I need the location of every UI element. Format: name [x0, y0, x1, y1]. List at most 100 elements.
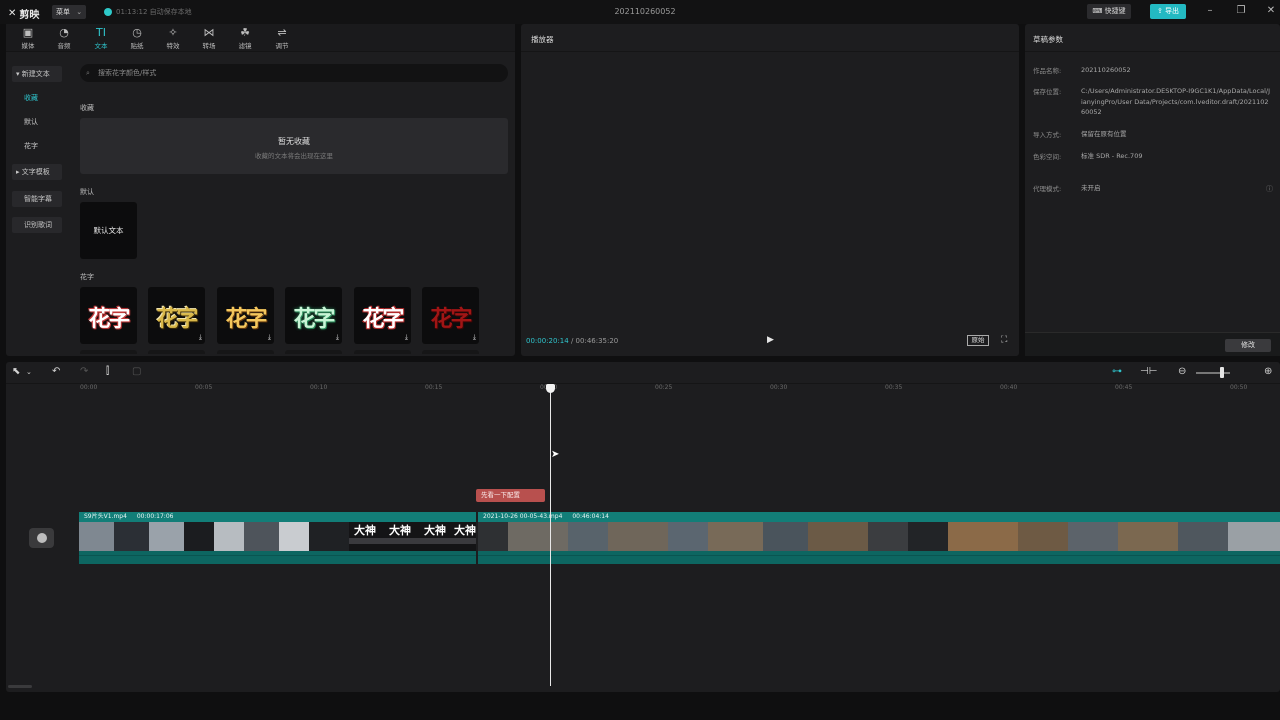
draft-title: 草稿参数 [1033, 35, 1063, 44]
tab-audio[interactable]: ◔ 音频 [48, 26, 80, 52]
tab-text[interactable]: TI 文本 [85, 26, 117, 52]
tick-label: 00:50 [1230, 384, 1248, 391]
fancy-text-preview: 花字 [225, 307, 267, 332]
time-ruler[interactable]: 00:00 00:05 00:10 00:15 00:20 00:25 00:3… [6, 384, 1280, 396]
download-icon[interactable]: ⤓ [473, 333, 476, 342]
total-time: 00:46:35:20 [575, 337, 619, 345]
menu-label: 菜单 [56, 8, 70, 16]
maximize-icon[interactable]: ❐ [1234, 5, 1248, 16]
menu-button[interactable]: 菜单 ⌄ [52, 5, 86, 19]
tick-label: 00:25 [655, 384, 673, 391]
autosave-status: 01:13:12 自动保存本地 [104, 7, 192, 17]
export-icon: ⇪ [1156, 7, 1163, 15]
fullscreen-icon[interactable]: ⛶ [1001, 335, 1007, 345]
fancy-text-preview: 花字 [362, 307, 404, 332]
aspect-ratio-button[interactable]: 原始 [967, 335, 989, 346]
fancy-text-tile[interactable]: 花字 ⤓ [217, 287, 274, 344]
effects-icon: ✧ [168, 26, 178, 39]
fancy-text-tile[interactable]: 花字 ⤓ [148, 287, 205, 344]
sidebar-item-smart-subtitles[interactable]: 智能字幕 [12, 191, 62, 207]
adjust-icon: ⇌ [277, 26, 287, 39]
chevron-down-icon[interactable]: ⌄ [26, 368, 32, 376]
download-icon[interactable]: ⤓ [268, 333, 271, 342]
fancy-text-tile[interactable]: 花字 [80, 287, 137, 344]
fancy-text-tile[interactable]: 花字 ⤓ [285, 287, 342, 344]
link-track-icon[interactable]: ⊶ [1112, 366, 1122, 377]
caret-right-icon: ▸ [16, 168, 20, 176]
playhead-handle[interactable] [546, 384, 555, 393]
clip-header: 2021-10-26 00-05-43.mp4 00:46:04:14 [478, 512, 1280, 522]
tool-tabs: ▣ 媒体 ◔ 音频 TI 文本 ◷ 贴纸 ✧ 特效 ⋈ 转场 ☘ 滤镜 ⇌ 调节 [6, 24, 515, 52]
default-text-tile[interactable]: 默认文本 [80, 202, 137, 259]
sidebar-item-favorites[interactable]: 收藏 [12, 90, 62, 106]
download-icon[interactable]: ⤓ [336, 333, 339, 342]
clip-thumbnails [478, 522, 1280, 551]
sidebar-item-fancy[interactable]: 花字 [12, 138, 62, 154]
search-placeholder: 搜索花字颜色/样式 [98, 69, 157, 77]
playhead-line[interactable] [550, 386, 551, 686]
fancy-text-preview: 花字 [293, 307, 335, 332]
tab-media[interactable]: ▣ 媒体 [12, 26, 44, 52]
sidebar-label: 文字模板 [21, 168, 50, 176]
fancy-text-preview: 花字 [430, 307, 472, 332]
tab-effects[interactable]: ✧ 特效 [157, 26, 189, 52]
minimize-icon[interactable]: – [1203, 5, 1217, 16]
fancy-tile-partial [354, 350, 411, 354]
shortcut-button[interactable]: ⌨ 快捷键 [1087, 4, 1131, 19]
favorites-heading: 收藏 [80, 104, 94, 112]
download-icon[interactable]: ⤓ [405, 333, 408, 342]
clip-thumbnail-strip [478, 522, 1280, 551]
tab-label: 转场 [202, 42, 216, 50]
tick-label: 00:30 [770, 384, 788, 391]
undo-icon[interactable]: ↶ [52, 366, 60, 377]
tick-label: 00:15 [425, 384, 443, 391]
export-button[interactable]: ⇪ 导出 [1150, 4, 1186, 19]
video-clip-recording[interactable]: 2021-10-26 00-05-43.mp4 00:46:04:14 [478, 512, 1280, 564]
video-clip-intro[interactable]: S9片头V1.mp4 00:00:17:06 大神 大神 大神 大神 [79, 512, 476, 564]
play-icon[interactable]: ▶ [767, 335, 774, 345]
audio-icon: ◔ [59, 26, 69, 39]
chevron-down-icon: ⌄ [76, 8, 83, 16]
export-label: 导出 [1165, 7, 1180, 15]
close-icon[interactable]: ✕ [1264, 5, 1278, 16]
fancy-text-tile[interactable]: 花字 ⤓ [354, 287, 411, 344]
snap-icon[interactable]: ⊣⊢ [1140, 366, 1157, 377]
clip-duration: 00:46:04:14 [572, 513, 609, 520]
draft-value: 未开启 [1081, 184, 1101, 192]
zoom-in-icon[interactable]: ⊕ [1264, 366, 1272, 377]
tab-sticker[interactable]: ◷ 贴纸 [121, 26, 153, 52]
tab-transition[interactable]: ⋈ 转场 [193, 26, 225, 52]
split-icon[interactable]: ⫿ [106, 366, 109, 377]
tick-label: 00:45 [1115, 384, 1133, 391]
tick-label: 00:40 [1000, 384, 1018, 391]
svg-text:大神: 大神 [454, 523, 476, 537]
sidebar-item-new-text[interactable]: ▾ 新建文本 [12, 66, 62, 82]
sidebar-item-templates[interactable]: ▸ 文字模板 [12, 164, 62, 180]
info-icon[interactable]: ⓘ [1266, 184, 1273, 194]
sidebar-item-lyrics[interactable]: 识别歌词 [12, 217, 62, 233]
edit-button[interactable]: 修改 [1225, 339, 1271, 352]
timeline-toolbar: ⬉ ⌄ ↶ ↷ ⫿ ▢ ⊶ ⊣⊢ ⊖ ⊕ [6, 362, 1280, 384]
select-tool-icon[interactable]: ⬉ [12, 366, 20, 377]
tab-adjust[interactable]: ⇌ 调节 [266, 26, 298, 52]
tab-label: 调节 [275, 42, 289, 50]
sidebar-item-default[interactable]: 默认 [12, 114, 62, 130]
zoom-slider[interactable] [1196, 372, 1230, 374]
clip-duration: 00:00:17:06 [136, 513, 174, 520]
tab-label: 贴纸 [130, 42, 144, 50]
fancy-text-tile[interactable]: 花字 ⤓ [422, 287, 479, 344]
timeline-marker[interactable]: 先看一下配置 [476, 489, 545, 502]
app-name: 剪映 [19, 10, 40, 21]
zoom-slider-handle[interactable] [1220, 367, 1224, 378]
media-icon: ▣ [22, 26, 34, 39]
horizontal-scrollbar[interactable] [8, 685, 32, 688]
tab-filter[interactable]: ☘ 滤镜 [229, 26, 261, 52]
autosave-text: 01:13:12 自动保存本地 [116, 8, 192, 16]
track-cover-button[interactable] [29, 528, 54, 548]
search-input[interactable]: ⌕ 搜索花字颜色/样式 [80, 64, 508, 82]
download-icon[interactable]: ⤓ [199, 333, 202, 342]
clip-audio-lane [478, 551, 1280, 564]
text-side-nav: ▾ 新建文本 收藏 默认 花字 ▸ 文字模板 智能字幕 识别歌词 [6, 54, 70, 354]
draft-value: 标准 SDR - Rec.709 [1081, 152, 1143, 160]
zoom-out-icon[interactable]: ⊖ [1178, 366, 1186, 377]
